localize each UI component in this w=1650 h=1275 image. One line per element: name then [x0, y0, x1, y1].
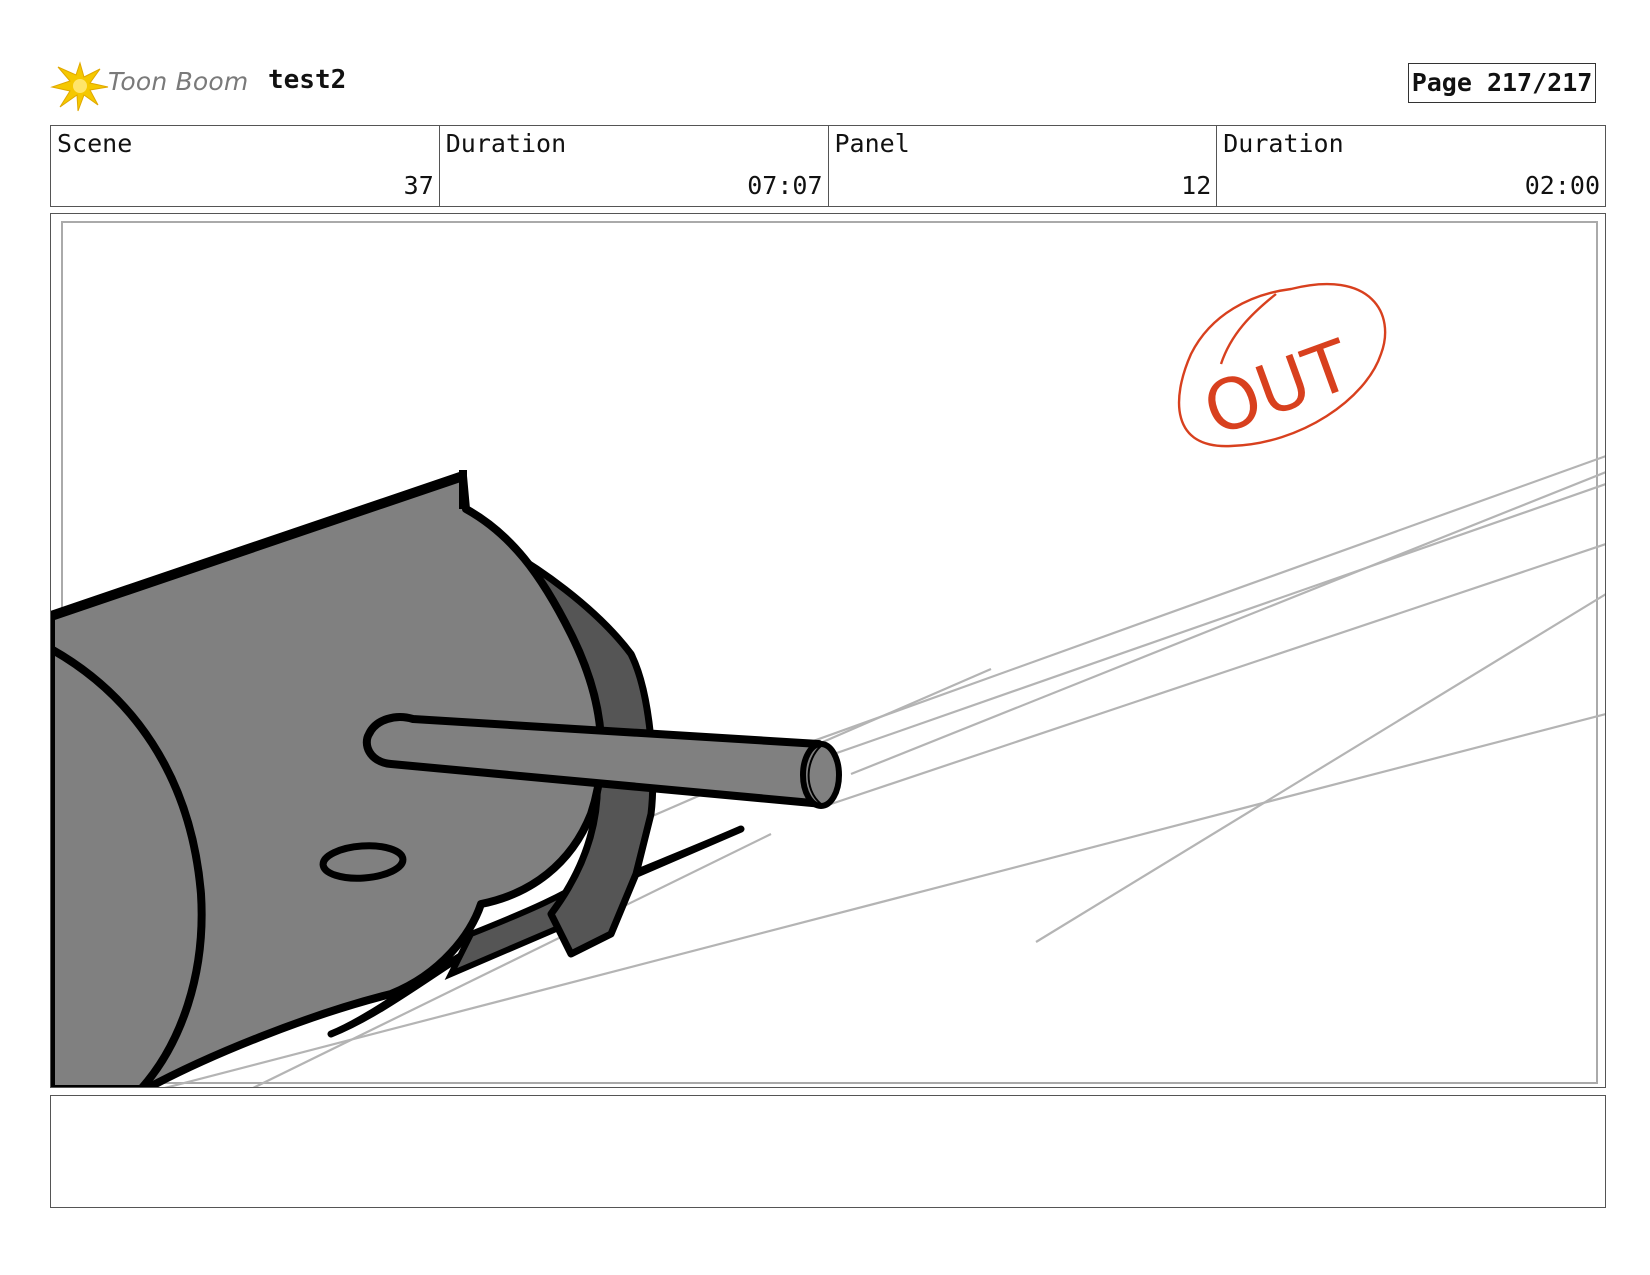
panel-value: 12 [1181, 171, 1212, 200]
scene-info-table: Scene 37 Duration 07:07 Panel 12 Duratio… [50, 125, 1606, 207]
scene-duration-value: 07:07 [747, 171, 823, 200]
project-title: test2 [268, 65, 347, 95]
scene-duration-cell: Duration 07:07 [440, 126, 829, 206]
panel-duration-value: 02:00 [1524, 171, 1600, 200]
storyboard-panel: OUT [50, 213, 1606, 1088]
starburst-logo-icon [50, 61, 109, 112]
toon-boom-logo: Toon Boom [50, 55, 250, 115]
porthole [319, 842, 407, 882]
scene-label: Scene [57, 129, 133, 158]
scene-cell: Scene 37 [51, 126, 440, 206]
out-annotation-text: OUT [1193, 324, 1361, 452]
panel-duration-label: Duration [1223, 129, 1344, 158]
page-header: Toon Boom test2 Page 217/217 [50, 55, 1605, 115]
panel-label: Panel [834, 129, 910, 158]
panel-drawing: OUT [51, 221, 1605, 1087]
scene-duration-label: Duration [445, 129, 567, 158]
panel-duration-cell: Duration 02:00 [1217, 126, 1605, 206]
panel-caption-box [50, 1095, 1606, 1208]
logo-wordmark: Toon Boom [108, 67, 249, 96]
panel-cell: Panel 12 [829, 126, 1218, 206]
scene-value: 37 [403, 171, 434, 200]
page-indicator: Page 217/217 [1408, 63, 1596, 103]
